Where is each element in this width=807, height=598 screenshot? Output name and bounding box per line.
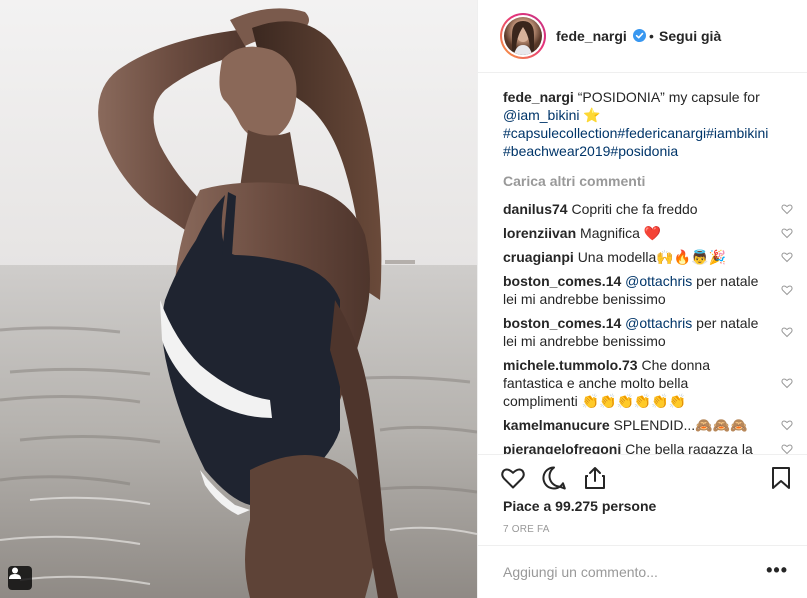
add-comment-input[interactable] xyxy=(503,564,753,580)
comment-username[interactable]: lorenziivan xyxy=(503,225,576,241)
comment: boston_comes.14 @ottachris per natale le… xyxy=(503,272,793,308)
comment: michele.tummolo.73 Che donna fantastica … xyxy=(503,356,793,410)
caption-hashtags[interactable]: #beachwear2019#posidonia xyxy=(503,143,678,159)
add-comment-bar: ••• xyxy=(478,545,807,598)
post-photo-illustration xyxy=(0,0,477,598)
comment-mention[interactable]: @ottachris xyxy=(625,273,692,289)
comment: pierangelofregoni Che bella ragazza la xyxy=(503,440,793,454)
comment-like-icon[interactable] xyxy=(781,377,793,389)
comment-mention[interactable]: @ottachris xyxy=(625,315,692,331)
comment-username[interactable]: kamelmanucure xyxy=(503,417,610,433)
comment: cruagianpi Una modella🙌🔥👼🎉 xyxy=(503,248,793,266)
comment-text: SPLENDID...🙈🙈🙈 xyxy=(613,417,748,433)
comment-like-icon[interactable] xyxy=(781,227,793,239)
comment-username[interactable]: michele.tummolo.73 xyxy=(503,357,638,373)
comment-text: Magnifica ❤️ xyxy=(580,225,662,241)
comment-text: Copriti che fa freddo xyxy=(571,201,698,217)
header-separator: • xyxy=(649,28,654,44)
comment-like-icon[interactable] xyxy=(781,443,793,454)
comment-username[interactable]: pierangelofregoni xyxy=(503,441,621,454)
avatar[interactable] xyxy=(500,13,546,59)
caption-username[interactable]: fede_nargi xyxy=(503,89,574,105)
comment: lorenziivan Magnifica ❤️ xyxy=(503,224,793,242)
load-more-comments-button[interactable]: Carica altri commenti xyxy=(503,172,793,190)
comment-like-icon[interactable] xyxy=(781,326,793,338)
comment-like-icon[interactable] xyxy=(781,419,793,431)
comment-text: Che bella ragazza la xyxy=(625,441,753,454)
heart-icon[interactable] xyxy=(500,465,526,491)
more-options-icon[interactable]: ••• xyxy=(766,560,788,581)
comment-username[interactable]: boston_comes.14 xyxy=(503,273,621,289)
comment-username[interactable]: danilus74 xyxy=(503,201,568,217)
caption-mention[interactable]: @iam_bikini xyxy=(503,107,579,123)
post-timestamp[interactable]: 7 ORE FA xyxy=(503,524,550,535)
comments-list[interactable]: fede_nargi “POSIDONIA” my capsule for @i… xyxy=(503,88,793,454)
caption-hashtags[interactable]: #capsulecollection#federicanargi#iambiki… xyxy=(503,125,768,141)
comment-like-icon[interactable] xyxy=(781,203,793,215)
header-username[interactable]: fede_nargi xyxy=(556,28,627,44)
caption-emoji: ⭐ xyxy=(583,107,601,123)
comment: danilus74 Copriti che fa freddo xyxy=(503,200,793,218)
comment-username[interactable]: boston_comes.14 xyxy=(503,315,621,331)
post-details-panel: fede_nargi • Segui già fede_nargi “POSID… xyxy=(477,0,807,598)
comment: kamelmanucure SPLENDID...🙈🙈🙈 xyxy=(503,416,793,434)
share-icon[interactable] xyxy=(582,465,608,491)
comment-icon[interactable] xyxy=(541,465,567,491)
post-photo[interactable] xyxy=(0,0,477,598)
caption-text: “POSIDONIA” my capsule for xyxy=(577,89,760,105)
bookmark-icon[interactable] xyxy=(768,465,794,491)
comment-like-icon[interactable] xyxy=(781,284,793,296)
user-tag-icon[interactable] xyxy=(8,566,32,590)
verified-badge-icon xyxy=(633,29,646,42)
avatar-image xyxy=(504,17,542,55)
following-button[interactable]: Segui già xyxy=(659,28,721,44)
comment: boston_comes.14 @ottachris per natale le… xyxy=(503,314,793,350)
comment-username[interactable]: cruagianpi xyxy=(503,249,574,265)
likes-count[interactable]: Piace a 99.275 persone xyxy=(503,498,656,514)
comment-like-icon[interactable] xyxy=(781,251,793,263)
post-actions-bar xyxy=(478,454,807,498)
post-header: fede_nargi • Segui già xyxy=(478,0,807,73)
post-caption: fede_nargi “POSIDONIA” my capsule for @i… xyxy=(503,88,793,160)
comment-text: Una modella🙌🔥👼🎉 xyxy=(577,249,727,265)
